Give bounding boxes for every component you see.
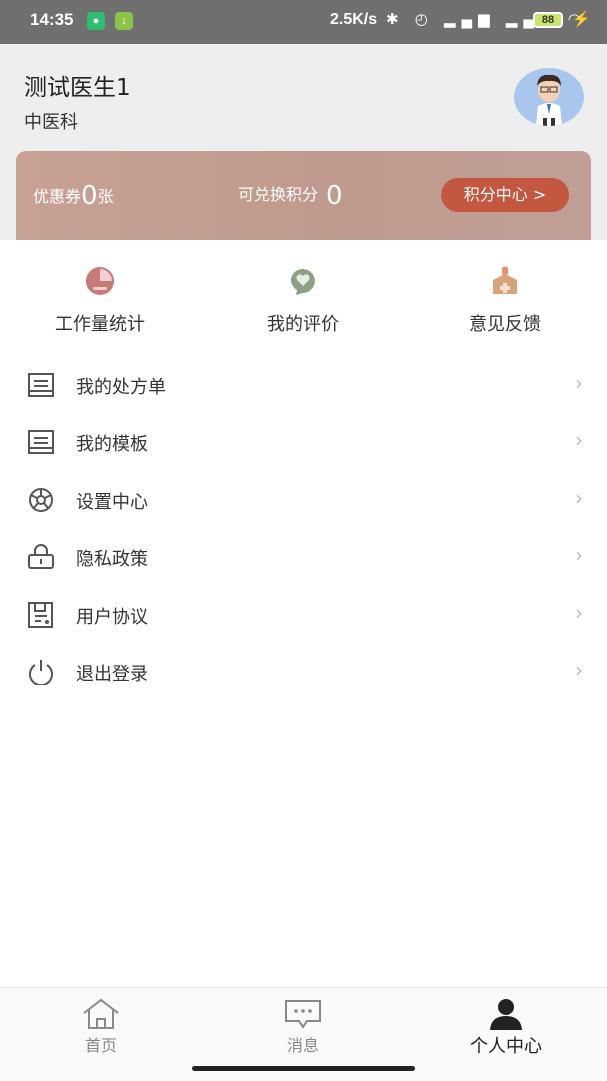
menu-list: 我的处方单 › 我的模板 › 设置中心 › 隐私政策 › 用户协议 › 退出登录 xyxy=(0,356,607,700)
chevron-right-icon: › xyxy=(575,371,583,395)
feedback-house-icon xyxy=(490,266,520,296)
quick-action-label: 工作量统计 xyxy=(55,314,145,335)
doctor-name: 测试医生1 xyxy=(24,75,131,101)
menu-item-templates[interactable]: 我的模板 › xyxy=(0,413,607,470)
lock-icon xyxy=(27,544,55,570)
status-time: 14:35 xyxy=(30,10,74,29)
exchangeable-points: 可兑换积分 0 xyxy=(238,181,343,211)
tab-home[interactable]: 首页 xyxy=(41,998,161,1056)
coupon-count: 0 xyxy=(81,181,98,211)
points-card: 优惠券0张 可兑换积分 0 积分中心 > xyxy=(16,151,591,240)
battery-icon: 88 xyxy=(533,12,563,28)
menu-item-settings[interactable]: 设置中心 › xyxy=(0,471,607,528)
menu-item-label: 退出登录 xyxy=(76,663,148,685)
coupon-summary[interactable]: 优惠券0张 xyxy=(33,181,114,211)
menu-item-label: 隐私政策 xyxy=(76,549,148,571)
home-indicator[interactable] xyxy=(192,1066,415,1071)
menu-item-agreement[interactable]: 用户协议 › xyxy=(0,586,607,643)
chevron-right-icon: › xyxy=(575,657,583,682)
person-icon xyxy=(486,998,526,1030)
agreement-icon xyxy=(27,601,55,628)
tab-label: 首页 xyxy=(84,1036,117,1055)
power-icon xyxy=(27,659,55,687)
quick-actions: 工作量统计 我的评价 意见反馈 xyxy=(0,258,607,348)
menu-item-logout[interactable]: 退出登录 › xyxy=(0,643,607,700)
workload-stats-button[interactable]: 工作量统计 xyxy=(0,258,200,336)
chevron-right-icon: › xyxy=(575,485,583,510)
menu-item-label: 我的处方单 xyxy=(76,377,166,398)
chevron-right-icon: › xyxy=(575,543,583,568)
download-app-icon: ↓ xyxy=(115,12,133,30)
document-icon xyxy=(27,372,55,398)
tab-profile[interactable]: 个人中心 xyxy=(446,998,566,1058)
profile-header: 测试医生1 中医科 优惠券0张 可兑换积分 0 积分中心 > xyxy=(0,44,607,240)
points-center-button[interactable]: 积分中心 > xyxy=(441,178,569,212)
shield-app-icon: ● xyxy=(87,12,105,30)
tab-label: 消息 xyxy=(286,1036,319,1055)
heart-bubble-icon xyxy=(288,266,318,296)
network-speed: 2.5K/s xyxy=(330,11,378,28)
chevron-right-icon: › xyxy=(575,600,583,625)
menu-item-label: 设置中心 xyxy=(76,491,148,513)
tab-label: 个人中心 xyxy=(470,1036,542,1057)
my-reviews-button[interactable]: 我的评价 xyxy=(203,258,403,336)
menu-item-label: 用户协议 xyxy=(76,606,148,628)
bolt-icon: ⚡ xyxy=(572,11,591,28)
message-icon xyxy=(283,998,323,1030)
status-bar: 14:35 ● ↓ 2.5K/s ✱ ◴ ▂▄▆ ▂▄▆ ◠ 88 ⚡ xyxy=(0,0,607,44)
menu-item-privacy[interactable]: 隐私政策 › xyxy=(0,528,607,585)
doctor-department: 中医科 xyxy=(24,112,78,133)
chevron-right-icon: › xyxy=(575,428,583,453)
home-icon xyxy=(81,998,121,1030)
feedback-button[interactable]: 意见反馈 xyxy=(405,258,605,336)
menu-item-prescriptions[interactable]: 我的处方单 › xyxy=(0,356,607,413)
quick-action-label: 我的评价 xyxy=(267,314,339,335)
tab-messages[interactable]: 消息 xyxy=(243,998,363,1056)
settings-wheel-icon xyxy=(27,487,55,513)
exchangeable-points-value: 0 xyxy=(326,181,343,211)
menu-item-label: 我的模板 xyxy=(76,434,148,456)
doctor-avatar[interactable] xyxy=(514,68,584,126)
pie-chart-icon xyxy=(85,266,115,296)
quick-action-label: 意见反馈 xyxy=(469,314,541,335)
template-icon xyxy=(27,429,55,455)
